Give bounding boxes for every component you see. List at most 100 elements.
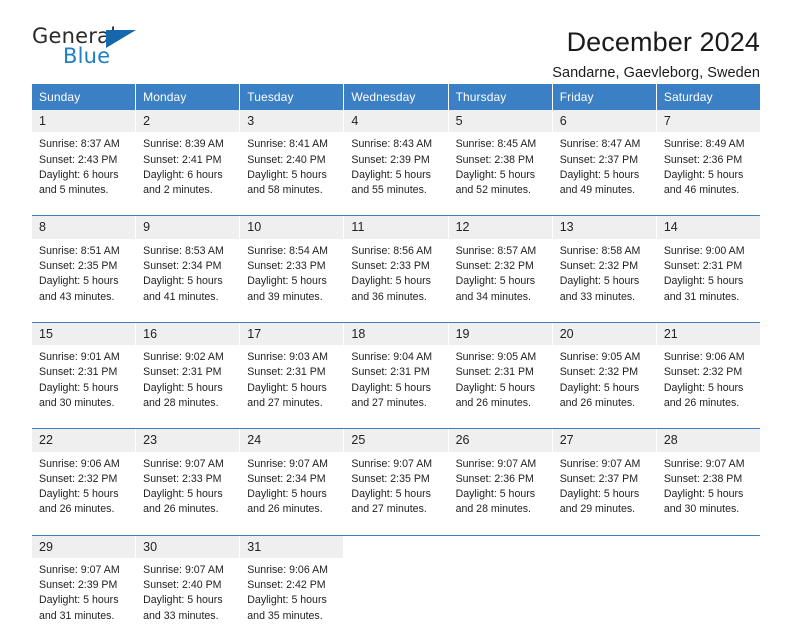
daylight-text-line1: Daylight: 5 hours xyxy=(559,381,640,394)
sunrise-text: Sunrise: 8:51 AM xyxy=(39,244,120,257)
day-cell[interactable]: 4 Sunrise: 8:43 AM Sunset: 2:39 PM Daylight… xyxy=(344,110,449,216)
day-number: 1 xyxy=(32,110,136,133)
day-cell[interactable]: 3 Sunrise: 8:41 AM Sunset: 2:40 PM Daylight… xyxy=(240,110,345,216)
day-cell[interactable]: 10 Sunrise: 8:54 AM Sunset: 2:33 PM Dayligh… xyxy=(240,216,345,322)
day-cell[interactable]: 6 Sunrise: 8:47 AM Sunset: 2:37 PM Daylight… xyxy=(552,110,657,216)
sunrise-text: Sunrise: 8:56 AM xyxy=(351,244,433,257)
day-cell[interactable]: 28 Sunrise: 9:07 AM Sunset: 2:38 PM Dayligh… xyxy=(656,429,760,535)
daylight-text-line2: and 43 minutes. xyxy=(39,290,115,303)
sunset-text: Sunset: 2:35 PM xyxy=(351,472,430,485)
sunset-text: Sunset: 2:39 PM xyxy=(351,153,430,166)
day-cell[interactable]: 9 Sunrise: 8:53 AM Sunset: 2:34 PM Daylight… xyxy=(136,216,241,322)
sunrise-text: Sunrise: 9:02 AM xyxy=(143,351,224,364)
day-number: 27 xyxy=(552,429,656,452)
day-cell[interactable]: 15 Sunrise: 9:01 AM Sunset: 2:31 PM Dayligh… xyxy=(32,322,137,429)
sunrise-text: Sunrise: 8:54 AM xyxy=(247,244,328,257)
day-cell[interactable]: 13 Sunrise: 8:58 AM Sunset: 2:32 PM Dayligh… xyxy=(552,216,657,322)
sunset-text: Sunset: 2:31 PM xyxy=(663,260,743,272)
sunrise-text: Sunrise: 9:07 AM xyxy=(351,457,433,470)
calendar-body: 1 Sunrise: 8:37 AM Sunset: 2:43 PM Daylight… xyxy=(32,110,760,641)
day-details: Sunrise: 9:07 AM Sunset: 2:34 PM Daylight:… xyxy=(240,452,343,518)
sunset-text: Sunset: 2:32 PM xyxy=(559,260,639,272)
day-number: 22 xyxy=(32,429,136,452)
day-cell[interactable]: 23 Sunrise: 9:07 AM Sunset: 2:33 PM Dayligh… xyxy=(136,429,241,535)
daylight-text-line2: and 46 minutes. xyxy=(663,184,740,197)
day-details: Sunrise: 9:06 AM Sunset: 2:32 PM Daylight:… xyxy=(657,345,760,411)
day-number: 5 xyxy=(448,110,552,133)
day-details: Sunrise: 9:02 AM Sunset: 2:31 PM Daylight:… xyxy=(136,345,239,411)
daylight-text-line1: Daylight: 5 hours xyxy=(247,275,327,288)
day-details: Sunrise: 8:39 AM Sunset: 2:41 PM Daylight:… xyxy=(136,132,239,198)
daylight-text-line2: and 26 minutes. xyxy=(39,503,115,516)
sunset-text: Sunset: 2:31 PM xyxy=(39,366,118,379)
day-details xyxy=(657,556,760,561)
day-cell[interactable]: 29 Sunrise: 9:07 AM Sunset: 2:39 PM Dayligh… xyxy=(32,535,137,641)
daylight-text-line1: Daylight: 5 hours xyxy=(351,488,431,500)
day-number: 6 xyxy=(552,110,656,133)
day-cell[interactable]: 25 Sunrise: 9:07 AM Sunset: 2:35 PM Dayligh… xyxy=(344,429,449,535)
day-cell[interactable]: 22 Sunrise: 9:06 AM Sunset: 2:32 PM Dayligh… xyxy=(32,429,137,535)
day-details: Sunrise: 8:49 AM Sunset: 2:36 PM Daylight:… xyxy=(657,132,760,198)
sunset-text: Sunset: 2:36 PM xyxy=(663,153,743,166)
sunrise-text: Sunrise: 9:06 AM xyxy=(247,563,328,576)
day-cell[interactable]: 1 Sunrise: 8:37 AM Sunset: 2:43 PM Daylight… xyxy=(32,110,137,216)
daylight-text-line2: and 31 minutes. xyxy=(39,609,115,622)
day-number: 3 xyxy=(240,110,344,133)
day-cell-empty xyxy=(448,535,553,641)
daylight-text-line1: Daylight: 5 hours xyxy=(247,381,327,394)
daylight-text-line2: and 30 minutes. xyxy=(39,396,115,409)
day-cell[interactable]: 30 Sunrise: 9:07 AM Sunset: 2:40 PM Dayligh… xyxy=(136,535,241,641)
sunrise-text: Sunrise: 9:07 AM xyxy=(143,563,224,576)
sunrise-text: Sunrise: 9:03 AM xyxy=(247,351,328,364)
day-cell-empty xyxy=(344,535,449,641)
day-details: Sunrise: 9:07 AM Sunset: 2:37 PM Daylight:… xyxy=(553,452,656,518)
day-cell[interactable]: 2 Sunrise: 8:39 AM Sunset: 2:41 PM Daylight… xyxy=(136,110,241,216)
day-cell[interactable]: 31 Sunrise: 9:06 AM Sunset: 2:42 PM Dayligh… xyxy=(240,535,345,641)
day-cell[interactable]: 26 Sunrise: 9:07 AM Sunset: 2:36 PM Dayligh… xyxy=(448,429,553,535)
day-details: Sunrise: 9:06 AM Sunset: 2:32 PM Daylight:… xyxy=(32,452,135,518)
sunset-text: Sunset: 2:32 PM xyxy=(39,472,118,485)
day-details: Sunrise: 9:07 AM Sunset: 2:39 PM Daylight:… xyxy=(32,558,135,624)
day-number xyxy=(344,535,448,556)
sunset-text: Sunset: 2:34 PM xyxy=(143,260,222,272)
daylight-text-line1: Daylight: 5 hours xyxy=(351,381,431,394)
day-cell[interactable]: 5 Sunrise: 8:45 AM Sunset: 2:38 PM Daylight… xyxy=(448,110,553,216)
day-cell[interactable]: 27 Sunrise: 9:07 AM Sunset: 2:37 PM Dayligh… xyxy=(552,429,657,535)
weekday-header-friday: Friday xyxy=(552,84,657,110)
day-number: 11 xyxy=(344,216,448,239)
day-number: 13 xyxy=(552,216,656,239)
sunset-text: Sunset: 2:32 PM xyxy=(455,260,534,272)
day-cell[interactable]: 11 Sunrise: 8:56 AM Sunset: 2:33 PM Dayligh… xyxy=(344,216,449,322)
day-cell[interactable]: 20 Sunrise: 9:05 AM Sunset: 2:32 PM Dayligh… xyxy=(552,322,657,429)
page-title: December 2024 xyxy=(566,27,760,57)
day-number: 20 xyxy=(552,322,656,346)
day-cell-empty xyxy=(552,535,657,641)
day-cell[interactable]: 21 Sunrise: 9:06 AM Sunset: 2:32 PM Dayligh… xyxy=(656,322,760,429)
day-cell[interactable]: 19 Sunrise: 9:05 AM Sunset: 2:31 PM Dayligh… xyxy=(448,322,553,429)
day-number: 31 xyxy=(240,535,344,558)
day-cell[interactable]: 8 Sunrise: 8:51 AM Sunset: 2:35 PM Daylight… xyxy=(32,216,137,322)
day-cell[interactable]: 24 Sunrise: 9:07 AM Sunset: 2:34 PM Dayligh… xyxy=(240,429,345,535)
day-number xyxy=(656,535,760,556)
sunset-text: Sunset: 2:37 PM xyxy=(559,472,639,485)
daylight-text-line2: and 29 minutes. xyxy=(559,503,636,516)
daylight-text-line2: and 49 minutes. xyxy=(559,184,636,197)
daylight-text-line1: Daylight: 5 hours xyxy=(39,381,119,394)
day-number: 18 xyxy=(344,322,448,346)
day-details: Sunrise: 9:06 AM Sunset: 2:42 PM Daylight:… xyxy=(240,558,343,624)
logo-text-blue: Blue xyxy=(63,44,111,68)
day-number xyxy=(448,535,552,556)
generalblue-logo[interactable]: General Blue xyxy=(32,26,152,72)
day-cell[interactable]: 16 Sunrise: 9:02 AM Sunset: 2:31 PM Dayligh… xyxy=(136,322,241,429)
sunrise-text: Sunrise: 9:07 AM xyxy=(559,457,641,470)
day-cell[interactable]: 18 Sunrise: 9:04 AM Sunset: 2:31 PM Dayligh… xyxy=(344,322,449,429)
daylight-text-line1: Daylight: 5 hours xyxy=(663,275,744,288)
day-cell[interactable]: 7 Sunrise: 8:49 AM Sunset: 2:36 PM Daylight… xyxy=(656,110,760,216)
sunrise-text: Sunrise: 9:07 AM xyxy=(143,457,224,470)
daylight-text-line1: Daylight: 5 hours xyxy=(663,381,744,394)
day-cell[interactable]: 14 Sunrise: 9:00 AM Sunset: 2:31 PM Dayligh… xyxy=(656,216,760,322)
day-details: Sunrise: 8:53 AM Sunset: 2:34 PM Daylight:… xyxy=(136,239,239,305)
day-cell[interactable]: 12 Sunrise: 8:57 AM Sunset: 2:32 PM Dayligh… xyxy=(448,216,553,322)
daylight-text-line1: Daylight: 5 hours xyxy=(247,488,327,500)
day-cell[interactable]: 17 Sunrise: 9:03 AM Sunset: 2:31 PM Dayligh… xyxy=(240,322,345,429)
